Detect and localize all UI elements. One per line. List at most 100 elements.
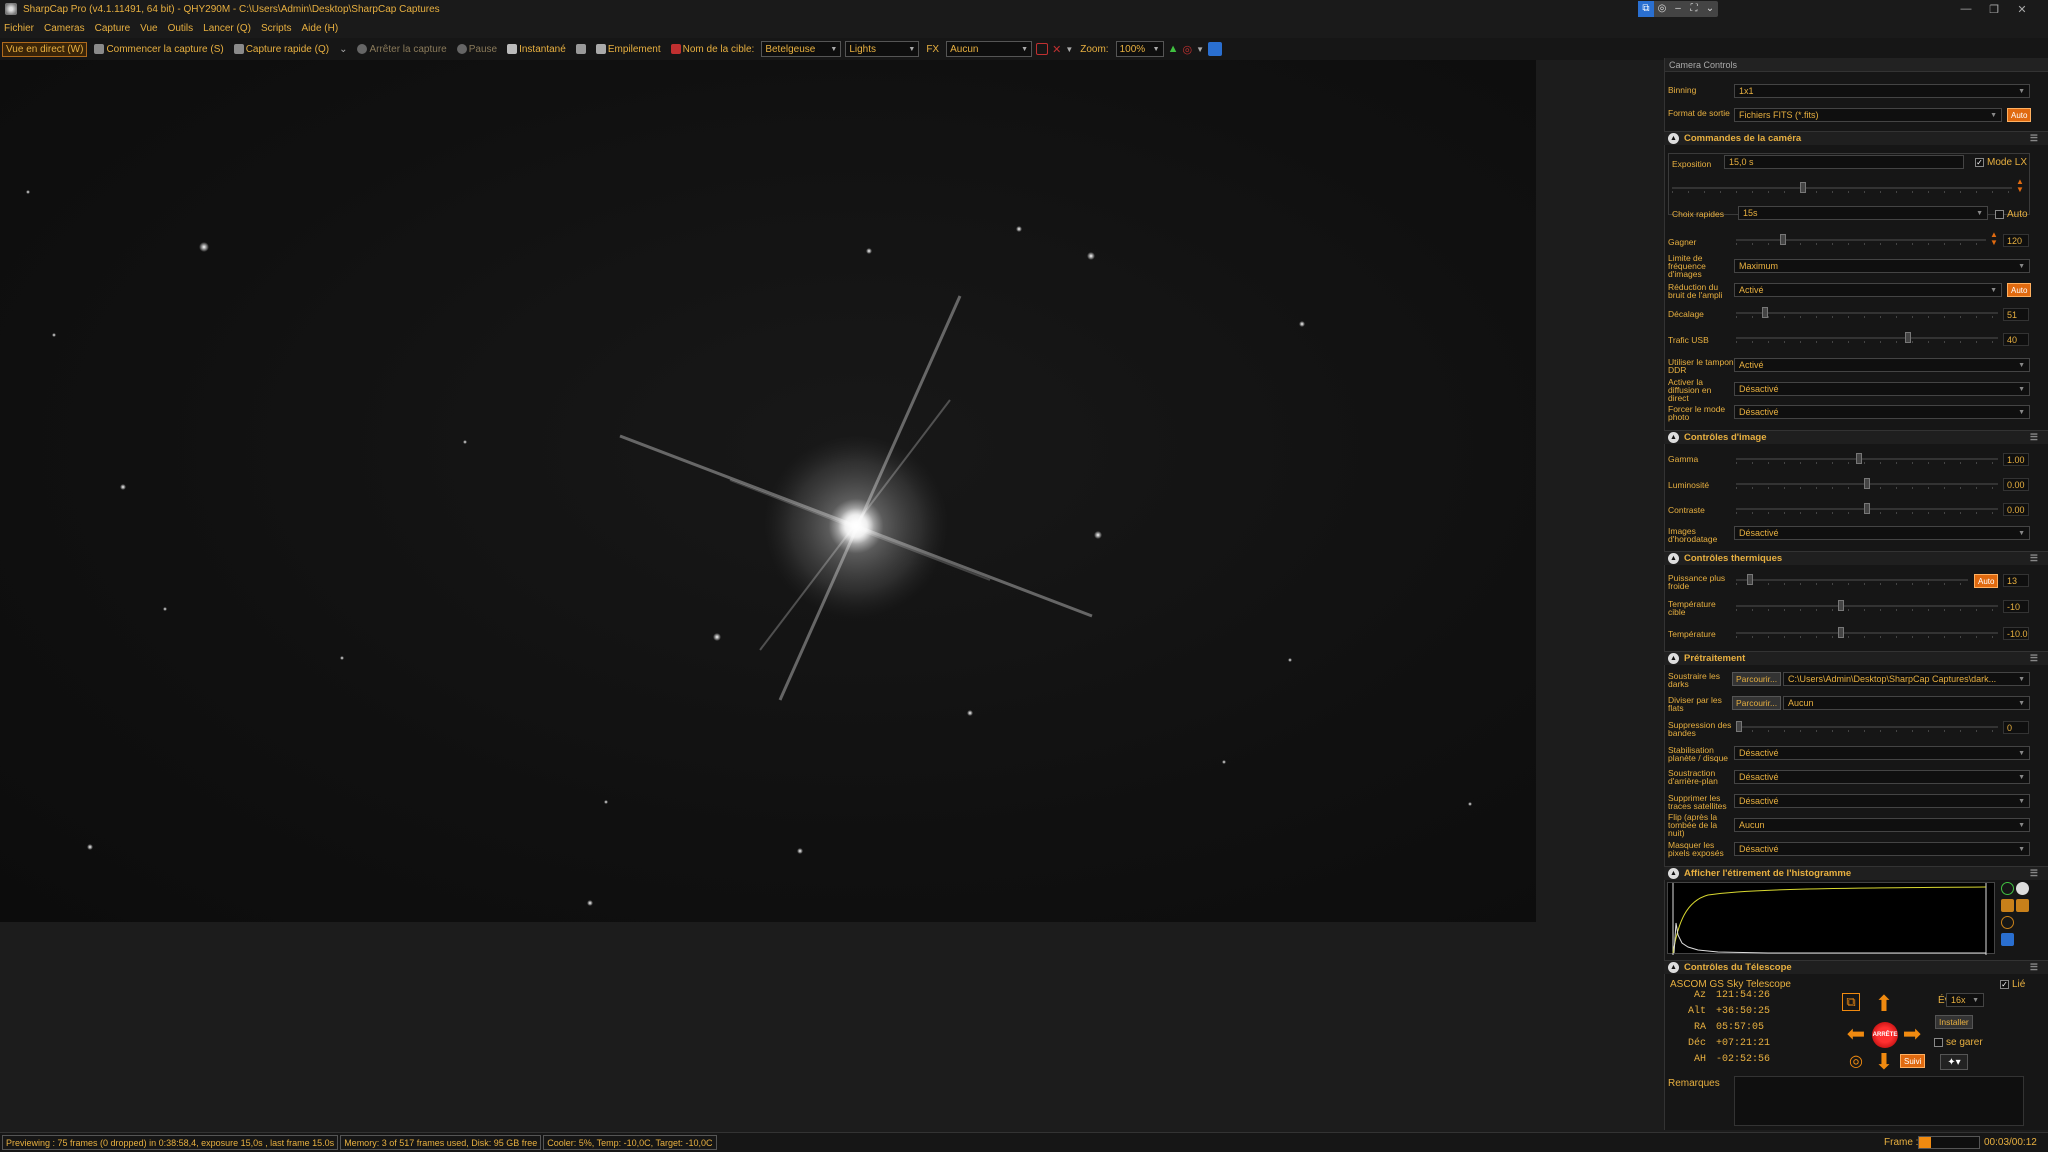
gamma-value[interactable]: 1.00 xyxy=(2003,453,2029,466)
menu-capture[interactable]: Capture xyxy=(95,23,131,34)
chat-icon[interactable]: ◎ xyxy=(1654,1,1670,17)
star-tool-icon[interactable]: ✦▾ xyxy=(1940,1054,1968,1070)
menu-help[interactable]: Aide (H) xyxy=(302,23,339,34)
brightness-value[interactable]: 0.00 xyxy=(2003,478,2029,491)
checkbox-icon[interactable] xyxy=(1995,210,2004,219)
camera-preview[interactable] xyxy=(0,60,1536,922)
exposure-slider[interactable] xyxy=(1672,182,2012,194)
cooler-power-value[interactable]: 13 xyxy=(2003,574,2029,587)
slider-thumb[interactable] xyxy=(1838,600,1844,611)
lx-mode-checkbox[interactable]: ✓ Mode LX xyxy=(1975,157,2027,168)
noise-auto-button[interactable]: Auto xyxy=(2007,283,2032,297)
collapse-icon[interactable]: ▲ xyxy=(1668,653,1679,664)
contrast-value[interactable]: 0.00 xyxy=(2003,503,2029,516)
maximize-button[interactable]: ❐ xyxy=(1980,3,2008,16)
satellite-select[interactable]: Désactivé ▼ xyxy=(1734,794,2030,808)
image-controls-section[interactable]: ▲ Contrôles d'image ☰ xyxy=(1664,430,2048,444)
quick-capture-button[interactable]: Capture rapide (Q) ⌄ xyxy=(231,43,351,56)
target-icon[interactable]: ◎ xyxy=(1844,1050,1868,1074)
ddr-select[interactable]: Activé ▼ xyxy=(1734,358,2030,372)
offset-slider[interactable] xyxy=(1736,307,1998,319)
gamma-slider[interactable] xyxy=(1736,453,1998,465)
framerate-select[interactable]: Maximum ▼ xyxy=(1734,259,2030,273)
gain-slider[interactable] xyxy=(1736,234,1986,246)
slider-thumb[interactable] xyxy=(1747,574,1753,585)
guide-icon[interactable] xyxy=(1208,42,1223,56)
quick-choice-select[interactable]: 15s ▼ xyxy=(1738,206,1988,220)
preprocessing-section[interactable]: ▲ Prétraitement ☰ xyxy=(1664,651,2048,665)
arrow-up-icon[interactable]: ⬆ xyxy=(1872,992,1896,1016)
minimize-button[interactable]: — xyxy=(1952,3,1980,15)
contrast-slider[interactable] xyxy=(1736,503,1998,515)
banding-value[interactable]: 0 xyxy=(2003,721,2029,734)
collapse-icon[interactable]: ▲ xyxy=(1668,432,1679,443)
flats-browse-button[interactable]: Parcourir... xyxy=(1732,696,1782,710)
arrow-left-icon[interactable]: ⬅ xyxy=(1844,1022,1868,1046)
checkbox-icon[interactable] xyxy=(1934,1038,1943,1047)
camera-controls-section[interactable]: ▲ Commandes de la caméra ☰ xyxy=(1664,131,2048,145)
slider-thumb[interactable] xyxy=(1762,307,1768,318)
thermal-controls-section[interactable]: ▲ Contrôles thermiques ☰ xyxy=(1664,551,2048,565)
stream-select[interactable]: Désactivé ▼ xyxy=(1734,382,2030,396)
snapshot-button[interactable]: Instantané xyxy=(504,43,569,56)
usb-slider[interactable] xyxy=(1736,332,1998,344)
remote-toolbar[interactable]: ⧉ ◎ – ⛶ ⌄ xyxy=(1638,1,1718,17)
darks-select[interactable]: C:\Users\Admin\Desktop\SharpCap Captures… xyxy=(1783,672,2030,686)
install-button[interactable]: Installer xyxy=(1935,1015,1973,1029)
quick-auto-checkbox[interactable]: Auto xyxy=(1995,209,2028,220)
timestamp-select[interactable]: Désactivé ▼ xyxy=(1734,526,2030,540)
park-checkbox[interactable]: se garer xyxy=(1934,1037,1983,1048)
stretch-icon[interactable] xyxy=(2016,899,2029,912)
extra-tool-button[interactable] xyxy=(573,43,589,55)
linked-checkbox[interactable]: ✓ Lié xyxy=(2000,979,2025,990)
track-button[interactable]: Suivi xyxy=(1900,1054,1926,1068)
target-temp-value[interactable]: -10 xyxy=(2003,600,2029,613)
collapse-icon[interactable]: ▲ xyxy=(1668,553,1679,564)
binning-select[interactable]: 1x1 ▼ xyxy=(1734,84,2030,98)
focus-tool-icon[interactable]: ◎ xyxy=(1182,43,1192,56)
close-button[interactable]: ✕ xyxy=(2008,3,2036,16)
start-capture-button[interactable]: Commencer la capture (S) xyxy=(91,43,226,56)
collapse-icon[interactable]: ▲ xyxy=(1668,868,1679,879)
slider-thumb[interactable] xyxy=(1856,453,1862,464)
histogram-section[interactable]: ▲ Afficher l'étirement de l'histogramme ☰ xyxy=(1664,866,2048,880)
section-menu-icon[interactable]: ☰ xyxy=(2030,553,2038,564)
stabilization-select[interactable]: Désactivé ▼ xyxy=(1734,746,2030,760)
histogram-chart[interactable] xyxy=(1667,882,1995,955)
collapse-icon[interactable]: ▲ xyxy=(1668,133,1679,144)
target-name-select[interactable]: Betelgeuse ▼ xyxy=(761,41,842,57)
slider-thumb[interactable] xyxy=(1736,721,1742,732)
fullscreen-icon[interactable]: ⛶ xyxy=(1686,1,1702,17)
checkbox-checked-icon[interactable]: ✓ xyxy=(2000,980,2009,989)
offset-value[interactable]: 51 xyxy=(2003,308,2029,321)
checkbox-checked-icon[interactable]: ✓ xyxy=(1975,158,1984,167)
frame-type-select[interactable]: Lights ▼ xyxy=(845,41,920,57)
focus-dropdown-icon[interactable]: ▼ xyxy=(1196,45,1204,54)
gain-value[interactable]: 120 xyxy=(2003,234,2029,247)
brightness-slider[interactable] xyxy=(1736,478,1998,490)
crosshair-dropdown-icon[interactable]: ▼ xyxy=(1065,45,1073,54)
stop-button[interactable]: ARRÊTE xyxy=(1872,1022,1898,1048)
notes-textarea[interactable] xyxy=(1734,1076,2024,1126)
zoom-select[interactable]: 100% ▼ xyxy=(1115,41,1164,57)
arrow-down-icon[interactable]: ⬇ xyxy=(1872,1050,1896,1074)
section-menu-icon[interactable]: ☰ xyxy=(2030,133,2038,144)
crosshair-icon[interactable]: ✕ xyxy=(1052,43,1061,56)
quick-capture-dropdown-icon[interactable]: ⌄ xyxy=(339,44,347,55)
bgsub-select[interactable]: Désactivé ▼ xyxy=(1734,770,2030,784)
cooler-power-slider[interactable] xyxy=(1736,574,1968,586)
pause-button[interactable]: Pause xyxy=(454,43,500,56)
flip-select[interactable]: Aucun ▼ xyxy=(1734,818,2030,832)
minimize-bar-icon[interactable]: – xyxy=(1670,1,1686,17)
chevron-down-icon[interactable]: ⌄ xyxy=(1702,1,1718,17)
photo-select[interactable]: Désactivé ▼ xyxy=(1734,405,2030,419)
output-format-select[interactable]: Fichiers FITS (*.fits) ▼ xyxy=(1734,108,2002,122)
histogram-tool-icon[interactable]: ▲ xyxy=(1168,43,1179,55)
rate-select[interactable]: 16x ▼ xyxy=(1946,993,1984,1007)
contrast-icon[interactable] xyxy=(2016,882,2029,895)
reset-icon[interactable] xyxy=(2001,916,2014,929)
slider-thumb[interactable] xyxy=(1800,182,1806,193)
section-menu-icon[interactable]: ☰ xyxy=(2030,432,2038,443)
section-menu-icon[interactable]: ☰ xyxy=(2030,962,2038,973)
live-view-button[interactable]: Vue en direct (W) xyxy=(2,41,88,57)
